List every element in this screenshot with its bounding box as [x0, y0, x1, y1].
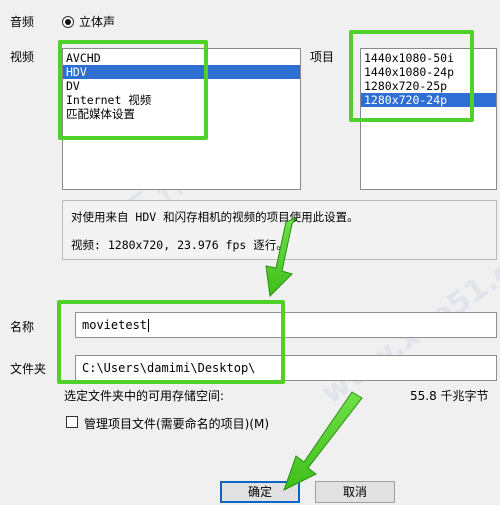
- list-item[interactable]: 1280x720-25p: [361, 79, 496, 93]
- description-line-2: 视频: 1280x720, 23.976 fps 逐行。: [71, 238, 288, 252]
- stereo-radio[interactable]: 立体声: [62, 13, 115, 30]
- folder-input[interactable]: C:\Users\damimi\Desktop\: [75, 355, 497, 381]
- list-item[interactable]: 匹配媒体设置: [63, 107, 300, 121]
- name-label: 名称: [10, 320, 35, 334]
- arrow-to-ok-icon: [283, 391, 363, 492]
- list-item[interactable]: 1440x1080-50i: [361, 51, 496, 65]
- project-preset-list[interactable]: 1440x1080-50i 1440x1080-24p 1280x720-25p 12…: [360, 48, 497, 190]
- text-caret: [148, 319, 150, 332]
- ok-button[interactable]: 确定: [220, 481, 300, 503]
- list-item[interactable]: AVCHD: [63, 51, 300, 65]
- manage-project-label: 管理项目文件(需要命名的项目)(M): [84, 417, 270, 431]
- radio-selected-icon: [62, 15, 74, 28]
- storage-space-label: 选定文件夹中的可用存储空间:: [64, 389, 225, 403]
- list-item[interactable]: 1280x720-24p: [361, 93, 496, 107]
- name-input[interactable]: movietest: [75, 312, 497, 338]
- list-item[interactable]: 1440x1080-24p: [361, 65, 496, 79]
- video-label: 视频: [10, 50, 35, 64]
- folder-label: 文件夹: [10, 362, 47, 376]
- storage-space-value: 55.8 千兆字节: [410, 389, 489, 403]
- manage-project-checkbox[interactable]: [66, 416, 78, 428]
- name-input-value: movietest: [82, 318, 148, 332]
- description-line-1: 对使用来自 HDV 和闪存相机的视频的项目使用此设置。: [71, 210, 359, 224]
- list-item[interactable]: HDV: [63, 65, 300, 79]
- project-label: 项目: [310, 50, 335, 64]
- list-item[interactable]: Internet 视频: [63, 93, 300, 107]
- audio-label: 音频: [10, 15, 35, 29]
- list-item[interactable]: DV: [63, 79, 300, 93]
- folder-input-value: C:\Users\damimi\Desktop\: [82, 361, 256, 375]
- video-format-list[interactable]: AVCHD HDV DV Internet 视频 匹配媒体设置: [62, 48, 301, 190]
- cancel-button[interactable]: 取消: [315, 481, 395, 503]
- description-panel: 对使用来自 HDV 和闪存相机的视频的项目使用此设置。 视频: 1280x720…: [62, 200, 497, 260]
- stereo-radio-label: 立体声: [79, 15, 116, 29]
